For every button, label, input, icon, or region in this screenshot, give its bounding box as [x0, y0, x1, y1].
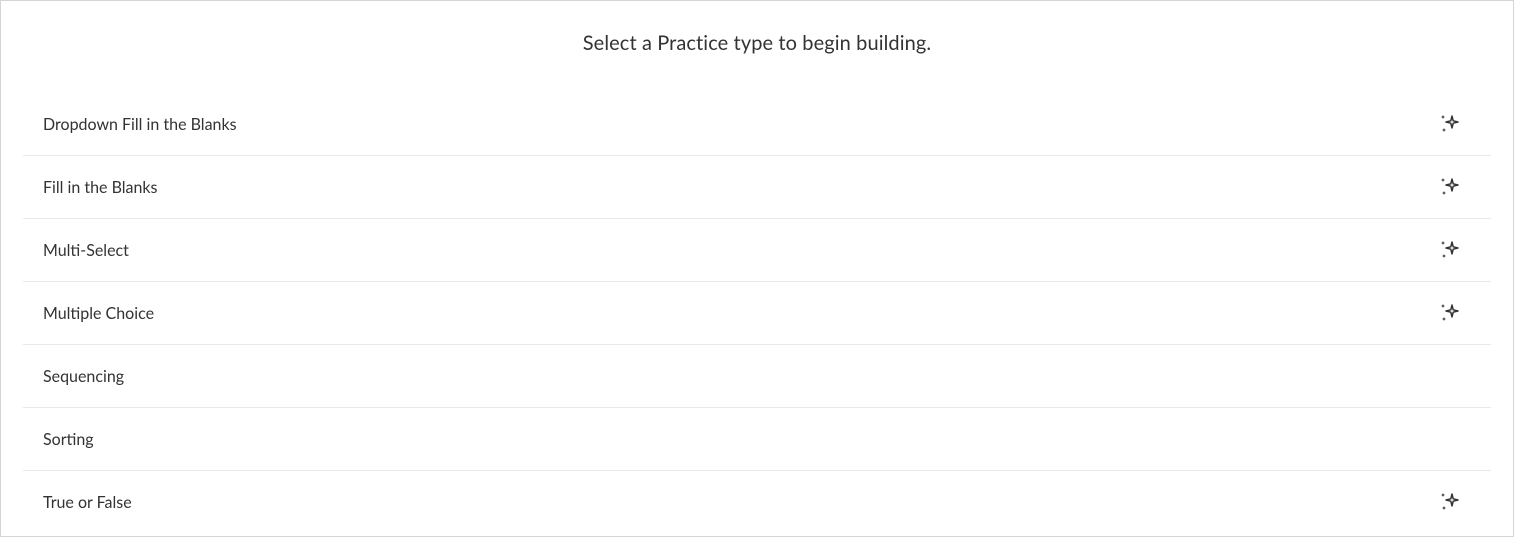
practice-type-list: Dropdown Fill in the Blanks Fill in the …: [23, 93, 1491, 533]
practice-type-multiple-choice[interactable]: Multiple Choice: [23, 282, 1491, 345]
sparkles-icon: [1437, 237, 1463, 263]
practice-type-true-or-false[interactable]: True or False: [23, 471, 1491, 533]
practice-type-label: Dropdown Fill in the Blanks: [43, 115, 237, 134]
practice-type-panel: Select a Practice type to begin building…: [0, 0, 1514, 537]
practice-type-sorting[interactable]: Sorting: [23, 408, 1491, 471]
practice-type-label: Fill in the Blanks: [43, 178, 157, 197]
page-title: Select a Practice type to begin building…: [23, 31, 1491, 55]
sparkles-icon: [1437, 300, 1463, 326]
practice-type-fill-in-the-blanks[interactable]: Fill in the Blanks: [23, 156, 1491, 219]
practice-type-label: Multiple Choice: [43, 304, 154, 323]
practice-type-dropdown-fill-in-the-blanks[interactable]: Dropdown Fill in the Blanks: [23, 93, 1491, 156]
practice-type-label: Multi-Select: [43, 241, 129, 260]
practice-type-multi-select[interactable]: Multi-Select: [23, 219, 1491, 282]
practice-type-label: Sequencing: [43, 367, 124, 386]
practice-type-label: True or False: [43, 493, 132, 512]
sparkles-icon: [1437, 489, 1463, 515]
practice-type-sequencing[interactable]: Sequencing: [23, 345, 1491, 408]
practice-type-label: Sorting: [43, 430, 94, 449]
sparkles-icon: [1437, 111, 1463, 137]
sparkles-icon: [1437, 174, 1463, 200]
